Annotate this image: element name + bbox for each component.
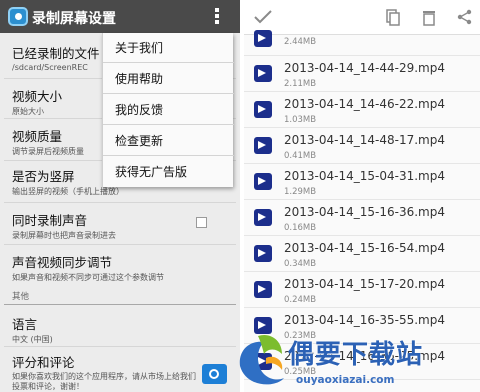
file-name: 2013-04-14_14-46-22.mp4: [284, 97, 445, 111]
menu-item-ad-free[interactable]: 获得无广告版: [103, 157, 234, 187]
watermark-title: 偶要下载站: [288, 340, 424, 370]
file-name: 2013-04-14_15-16-54.mp4: [284, 241, 445, 255]
video-file-icon: [254, 281, 272, 298]
app-logo-icon[interactable]: [8, 7, 28, 26]
file-name: 2013-04-14_15-17-20.mp4: [284, 277, 445, 291]
pref-av-sync[interactable]: 声音视频同步调节 如果声音和视频不同步可通过这个参数调节: [12, 252, 234, 283]
watermark-logo-icon: [239, 334, 284, 385]
menu-item-feedback[interactable]: 我的反馈: [103, 95, 234, 125]
list-item[interactable]: 2013-04-14_15-16-54.mp4 0.34MB: [244, 236, 480, 272]
list-item[interactable]: 2013-04-14_15-04-31.mp4 1.29MB: [244, 164, 480, 200]
camera-icon[interactable]: [202, 364, 227, 384]
category-divider: [4, 304, 236, 305]
file-size: 2.11MB: [284, 79, 317, 89]
divider: [4, 202, 236, 203]
video-file-icon: [254, 137, 272, 154]
list-item[interactable]: 2.44MB: [244, 20, 480, 56]
pref-title: 声音视频同步调节: [12, 255, 113, 270]
pref-summary: 如果你喜欢我们的这个应用程序，请从市场上给我们投票和评论，谢谢！: [12, 372, 196, 391]
screen-title: 录制屏幕设置: [32, 11, 116, 27]
file-size: 1.03MB: [284, 115, 317, 125]
list-item[interactable]: 2013-04-14_15-17-20.mp4 0.24MB: [244, 272, 480, 308]
list-item[interactable]: 2013-04-14_14-44-29.mp4 2.11MB: [244, 56, 480, 92]
pref-summary: 中文 (中国): [12, 335, 53, 344]
overflow-menu: 关于我们 使用帮助 我的反馈 检查更新 获得无广告版: [102, 33, 234, 187]
pref-summary: 录制屏幕时也把声音录制进去: [12, 231, 116, 240]
menu-item-help[interactable]: 使用帮助: [103, 64, 234, 94]
overflow-menu-icon[interactable]: [214, 8, 220, 26]
watermark-url: ouyaoxiazai.com: [296, 374, 395, 386]
watermark: 偶要下载站 ouyaoxiazai.com: [236, 330, 480, 392]
menu-item-check-update[interactable]: 检查更新: [103, 126, 234, 156]
file-size: 0.16MB: [284, 223, 317, 233]
file-name: 2013-04-14_15-04-31.mp4: [284, 169, 445, 183]
video-file-icon: [254, 101, 272, 118]
video-file-icon: [254, 30, 272, 47]
video-file-icon: [254, 173, 272, 190]
action-bar: 录制屏幕设置: [0, 0, 240, 33]
pref-language[interactable]: 语言 中文 (中国): [12, 314, 234, 345]
file-name: 2013-04-14_15-16-36.mp4: [284, 205, 445, 219]
menu-item-about[interactable]: 关于我们: [103, 33, 234, 63]
divider: [4, 346, 236, 347]
pref-summary: 输出竖屏的视频（手机上播放）: [12, 187, 124, 196]
pref-title: 语言: [12, 317, 38, 332]
divider: [4, 244, 236, 245]
file-size: 1.29MB: [284, 187, 317, 197]
pref-summary: 如果声音和视频不同步可通过这个参数调节: [12, 273, 164, 282]
video-file-icon: [254, 65, 272, 82]
list-item[interactable]: 2013-04-14_14-48-17.mp4 0.41MB: [244, 128, 480, 164]
file-name: 2013-04-14_14-48-17.mp4: [284, 133, 445, 147]
file-size: 2.44MB: [284, 37, 317, 47]
category-header: 其他: [12, 292, 30, 302]
record-audio-checkbox[interactable]: [196, 217, 207, 228]
settings-screen: 录制屏幕设置 已经录制的文件 /sdcard/ScreenREC 视频大小 原始…: [0, 0, 240, 392]
file-size: 0.24MB: [284, 295, 317, 305]
file-size: 0.41MB: [284, 151, 317, 161]
file-size: 0.34MB: [284, 259, 317, 269]
video-file-icon: [254, 209, 272, 226]
video-file-icon: [254, 245, 272, 262]
file-name: 2013-04-14_14-44-29.mp4: [284, 61, 445, 75]
list-item[interactable]: 2013-04-14_15-16-36.mp4 0.16MB: [244, 200, 480, 236]
file-name: 2013-04-14_16-35-55.mp4: [284, 313, 445, 327]
list-item[interactable]: 2013-04-14_14-46-22.mp4 1.03MB: [244, 92, 480, 128]
